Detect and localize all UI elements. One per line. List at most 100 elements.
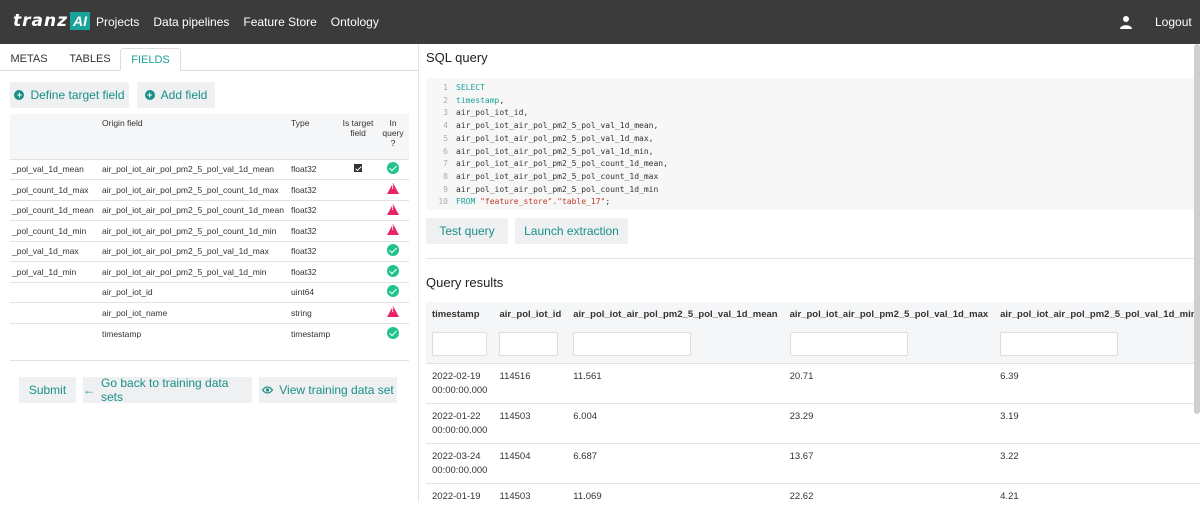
field-row[interactable]: air_pol_iot_name string [10, 302, 409, 323]
column-header-in-query: In query ? [377, 114, 409, 159]
nav-feature-store[interactable]: Feature Store [243, 15, 316, 29]
sql-line: air_pol_iot_air_pol_pm2_5_pol_val_1d_max… [456, 133, 654, 143]
sql-editor[interactable]: 1 SELECT 2 timestamp, 3 air_pol_iot_id, 4 air_p… [426, 78, 1196, 210]
back-to-training-data-sets-button[interactable]: ← Go back to training data sets [83, 376, 252, 404]
tab-metas[interactable]: METAS [5, 48, 53, 71]
field-type: timestamp [289, 322, 339, 344]
warning-triangle-icon [387, 203, 399, 215]
sql-line: air_pol_iot_air_pol_pm2_5_pol_count_1d_m… [456, 171, 659, 181]
main-nav: Projects Data pipelines Feature Store On… [96, 15, 379, 29]
define-target-label: Define target field [30, 88, 125, 102]
result-row: 2022-01-22 00:00:00.000 114503 6.004 23.29 3.… [426, 402, 1200, 443]
filter-input-val-mean[interactable] [573, 332, 692, 356]
nav-data-pipelines[interactable]: Data pipelines [153, 15, 229, 29]
sql-line: air_pol_iot_id, [456, 108, 529, 118]
field-origin: air_pol_iot_name [100, 302, 289, 323]
field-in-query-cell [377, 199, 409, 221]
line-number: 9 [443, 184, 448, 194]
nav-projects[interactable]: Projects [96, 15, 139, 29]
field-in-query-cell [377, 281, 409, 303]
sql-line: FROM "feature_store"."table_17"; [456, 197, 611, 207]
add-field-button[interactable]: + Add field [137, 82, 215, 108]
view-training-data-set-button[interactable]: View training data set [259, 377, 397, 403]
result-cell: 6.004 [567, 402, 784, 443]
column-header-timestamp: timestamp [426, 302, 494, 327]
field-name: _pol_count_1d_min [10, 220, 100, 241]
test-query-button[interactable]: Test query [426, 218, 508, 244]
sql-line: air_pol_iot_air_pol_pm2_5_pol_val_1d_mea… [456, 121, 659, 131]
filter-input-timestamp[interactable] [432, 332, 487, 356]
define-target-field-button[interactable]: + Define target field [10, 82, 129, 108]
result-date: 2022-02-19 [432, 370, 481, 382]
user-icon[interactable] [1119, 15, 1133, 29]
nav-ontology[interactable]: Ontology [331, 15, 379, 29]
logo[interactable]: tranz AI [13, 10, 90, 32]
result-timestamp: 2022-01-19 [426, 482, 494, 523]
field-type: float32 [289, 179, 339, 200]
field-row[interactable]: _pol_val_1d_mean air_pol_iot_air_pol_pm2_… [10, 158, 409, 180]
field-row[interactable]: _pol_val_1d_min air_pol_iot_air_pol_pm2_5… [10, 261, 409, 282]
field-is-target-cell [339, 281, 377, 303]
line-number: 3 [443, 108, 448, 118]
field-type: float32 [289, 240, 339, 262]
result-time: 00:00:00.000 [432, 464, 488, 476]
filter-input-val-max[interactable] [789, 332, 908, 356]
field-is-target-cell [339, 199, 377, 221]
launch-extraction-button[interactable]: Launch extraction [515, 218, 628, 244]
field-name: _pol_count_1d_max [10, 179, 100, 200]
field-row[interactable]: _pol_val_1d_max air_pol_iot_air_pol_pm2_5… [10, 240, 409, 262]
logo-text: tranz [13, 11, 68, 31]
divider [10, 360, 409, 361]
logo-box: AI [69, 12, 90, 30]
tab-fields[interactable]: FIELDS [120, 48, 181, 71]
field-origin: air_pol_iot_air_pol_pm2_5_pol_count_1d_m… [100, 220, 289, 241]
launch-extraction-label: Launch extraction [524, 224, 619, 238]
field-is-target-cell [339, 240, 377, 262]
results-table-body: 2022-02-19 00:00:00.000 114516 11.561 20.71 6… [426, 362, 1200, 523]
result-cell: 3.19 [994, 402, 1200, 443]
checkbox-checked-icon[interactable] [354, 164, 362, 173]
line-number: 5 [443, 133, 448, 143]
field-origin: air_pol_iot_air_pol_pm2_5_pol_count_1d_m… [100, 199, 289, 221]
field-row[interactable]: timestamp timestamp [10, 322, 409, 344]
result-time: 00:00:00.000 [432, 384, 488, 396]
field-row[interactable]: _pol_count_1d_max air_pol_iot_air_pol_pm2… [10, 179, 409, 200]
sql-keyword: FROM [456, 197, 476, 207]
submit-label: Submit [28, 383, 67, 397]
plus-circle-icon: + [144, 90, 155, 100]
field-type: float32 [289, 199, 339, 221]
result-cell: 23.29 [783, 402, 995, 443]
field-row[interactable]: _pol_count_1d_min air_pol_iot_air_pol_pm2… [10, 220, 409, 241]
result-cell: 11.069 [567, 482, 784, 523]
logout-link[interactable]: Logout [1155, 15, 1192, 29]
field-row[interactable]: air_pol_iot_id uint64 [10, 281, 409, 303]
warning-triangle-icon [387, 306, 399, 318]
column-header-origin: Origin field [100, 114, 289, 159]
view-label: View training data set [279, 383, 394, 397]
submit-button[interactable]: Submit [19, 377, 76, 403]
warning-triangle-icon [387, 224, 399, 236]
filter-input-val-min[interactable] [1000, 332, 1119, 356]
result-cell: 6.39 [994, 362, 1200, 403]
filter-input-iot-id[interactable] [499, 332, 559, 356]
field-name: _pol_val_1d_max [10, 240, 100, 262]
column-header-name [10, 114, 100, 159]
field-name [10, 302, 100, 323]
page-scrollbar[interactable] [1194, 44, 1200, 414]
sql-identifier: "feature_store"."table_17" [480, 197, 606, 207]
field-origin: air_pol_iot_id [100, 281, 289, 303]
result-cell: 11.561 [567, 362, 784, 403]
result-row: 2022-02-19 00:00:00.000 114516 11.561 20.71 6… [426, 362, 1200, 403]
field-in-query-cell [377, 179, 409, 200]
result-date: 2022-01-22 [432, 410, 481, 422]
fields-table: Origin field Type Is target field In que… [10, 114, 409, 344]
field-name: _pol_val_1d_min [10, 261, 100, 282]
field-in-query-cell [377, 261, 409, 282]
tab-tables[interactable]: TABLES [63, 48, 117, 71]
result-timestamp: 2022-03-24 00:00:00.000 [426, 442, 494, 483]
query-results-title: Query results [426, 275, 504, 290]
check-circle-icon [387, 326, 399, 339]
field-row[interactable]: _pol_count_1d_mean air_pol_iot_air_pol_pm… [10, 199, 409, 221]
check-circle-icon [387, 264, 399, 277]
check-circle-icon [387, 162, 399, 175]
